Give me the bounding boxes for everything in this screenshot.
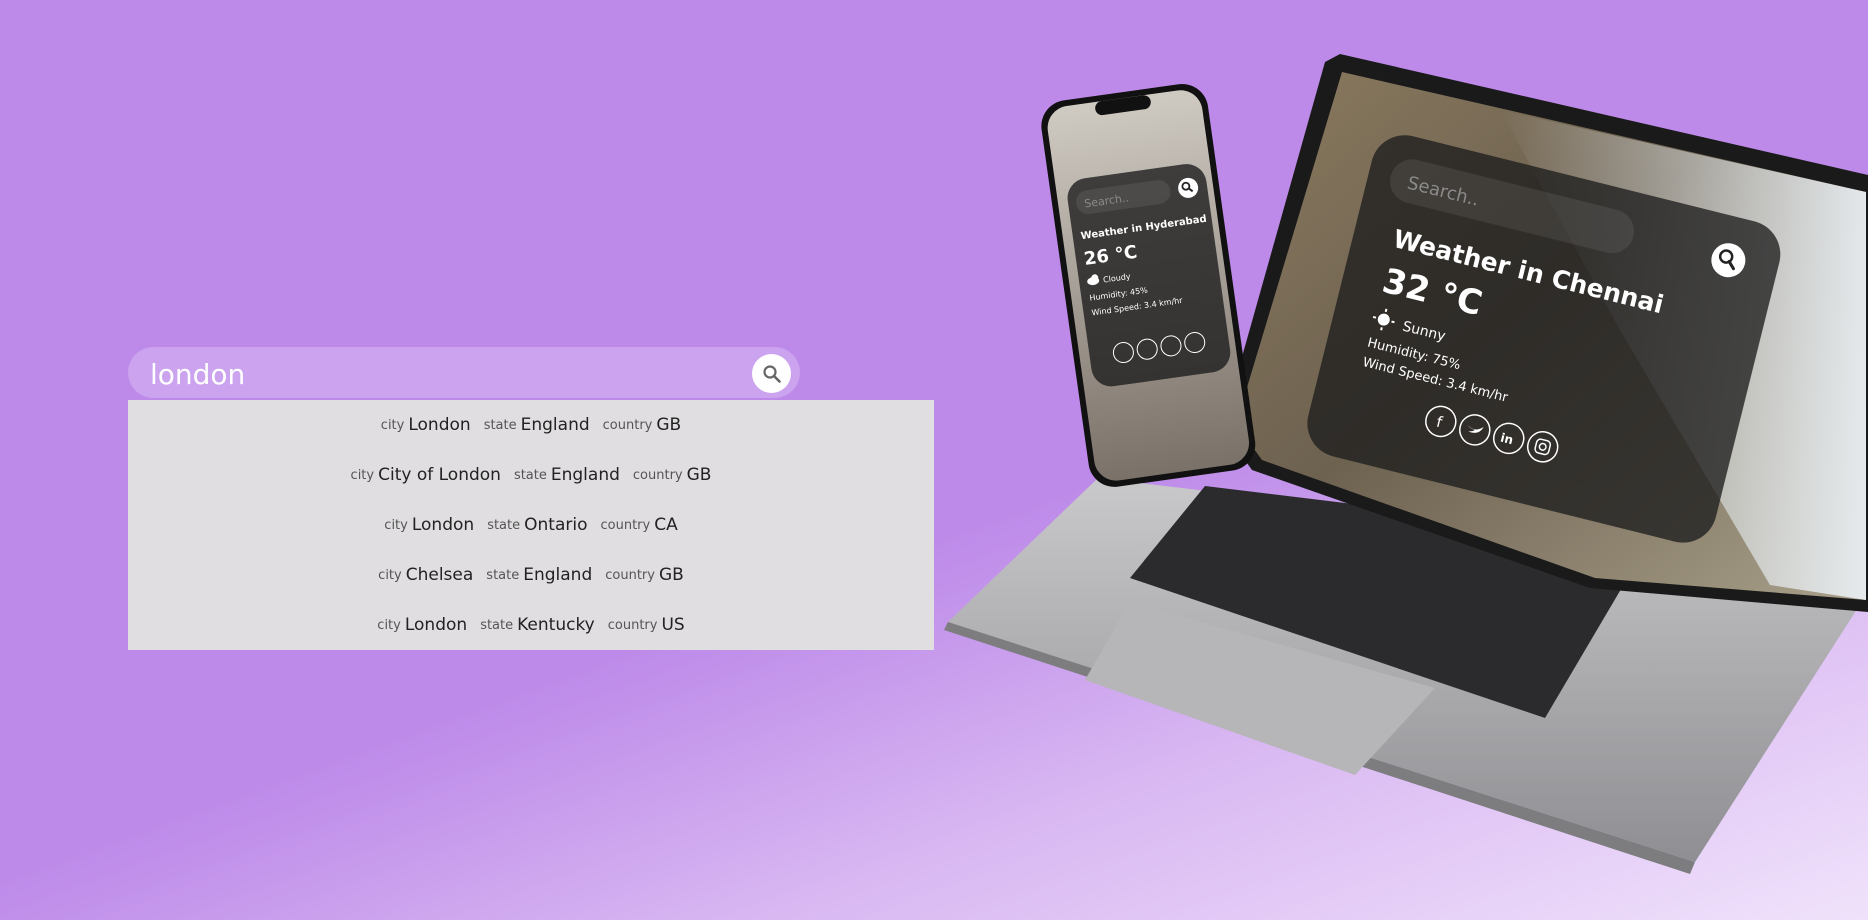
city-value: City of London: [378, 465, 501, 485]
city-value: London: [408, 415, 471, 435]
linkedin-icon[interactable]: [1160, 335, 1183, 358]
city-label: city: [377, 617, 401, 633]
state-value: England: [523, 565, 593, 585]
suggestion-item[interactable]: city Chelsea state England country GB: [128, 550, 934, 600]
search-icon: [1181, 181, 1194, 193]
laptop-search-placeholder: Search..: [1405, 173, 1481, 211]
suggestion-list: city London state England country GB cit…: [128, 400, 934, 650]
city-value: London: [411, 515, 475, 535]
state-label: state: [513, 467, 547, 483]
search-icon: [762, 364, 781, 383]
laptop-condition: Sunny: [1401, 319, 1447, 345]
laptop: [944, 54, 1868, 874]
laptop-title: Weather in Chennai: [1390, 224, 1666, 319]
country-label: country: [602, 417, 653, 433]
search-icon: [1718, 249, 1735, 271]
country-value: GB: [686, 465, 712, 485]
state-label: state: [487, 517, 521, 533]
state-value: Ontario: [524, 515, 588, 535]
city-label: city: [384, 517, 408, 533]
suggestion-item[interactable]: city London state England country GB: [128, 400, 934, 450]
instagram-icon[interactable]: [1183, 331, 1206, 354]
svg-text:in: in: [1499, 431, 1515, 448]
state-label: state: [480, 617, 514, 633]
laptop-temp: 32 °C: [1378, 261, 1486, 324]
search-bar: [128, 347, 800, 398]
phone-search-placeholder: Search..: [1083, 191, 1129, 210]
phone: Search.. Weather in Hyderabad 26 °C Clou…: [1041, 83, 1256, 487]
country-value: CA: [654, 515, 678, 535]
phone-wind: Wind Speed: 3.4 km/hr: [1091, 296, 1184, 318]
city-value: London: [404, 615, 468, 635]
laptop-humidity: Humidity: 75%: [1366, 336, 1462, 374]
phone-condition: Cloudy: [1103, 272, 1132, 285]
instagram-icon[interactable]: [1525, 429, 1561, 465]
facebook-icon[interactable]: [1423, 403, 1459, 439]
twitter-icon[interactable]: [1136, 338, 1159, 361]
state-value: England: [550, 465, 620, 485]
cloud-icon: [1087, 274, 1100, 286]
social-links: f in: [1423, 403, 1561, 465]
phone-temp: 26 °C: [1083, 242, 1139, 270]
search-input[interactable]: [148, 355, 712, 393]
suggestion-item[interactable]: city London state Kentucky country US: [128, 600, 934, 650]
state-value: England: [520, 415, 590, 435]
country-label: country: [607, 617, 658, 633]
state-label: state: [483, 417, 517, 433]
phone-humidity: Humidity: 45%: [1089, 286, 1149, 303]
laptop-wind: Wind Speed: 3.4 km/hr: [1361, 355, 1510, 406]
state-value: Kentucky: [517, 615, 595, 635]
search-button[interactable]: [752, 354, 791, 393]
laptop-weather-card: Search.. Weather in Chennai 32 °C Sunny …: [1307, 135, 1781, 543]
country-value: GB: [658, 565, 684, 585]
sun-icon: [1372, 308, 1395, 331]
svg-text:f: f: [1435, 413, 1445, 432]
city-label: city: [378, 567, 402, 583]
country-value: GB: [656, 415, 682, 435]
country-label: country: [605, 567, 655, 583]
city-value: Chelsea: [405, 565, 474, 585]
country-label: country: [600, 517, 651, 533]
city-label: city: [350, 467, 375, 483]
country-label: country: [632, 467, 683, 483]
country-value: US: [661, 615, 685, 635]
twitter-icon[interactable]: [1457, 412, 1493, 448]
suggestion-item[interactable]: city London state Ontario country CA: [128, 500, 934, 550]
linkedin-icon[interactable]: [1491, 420, 1527, 456]
state-label: state: [486, 567, 520, 583]
social-links: [1112, 331, 1206, 364]
suggestion-item[interactable]: city City of London state England countr…: [128, 450, 934, 500]
phone-title: Weather in Hyderabad: [1080, 214, 1207, 243]
city-label: city: [380, 417, 405, 433]
facebook-icon[interactable]: [1112, 341, 1135, 364]
